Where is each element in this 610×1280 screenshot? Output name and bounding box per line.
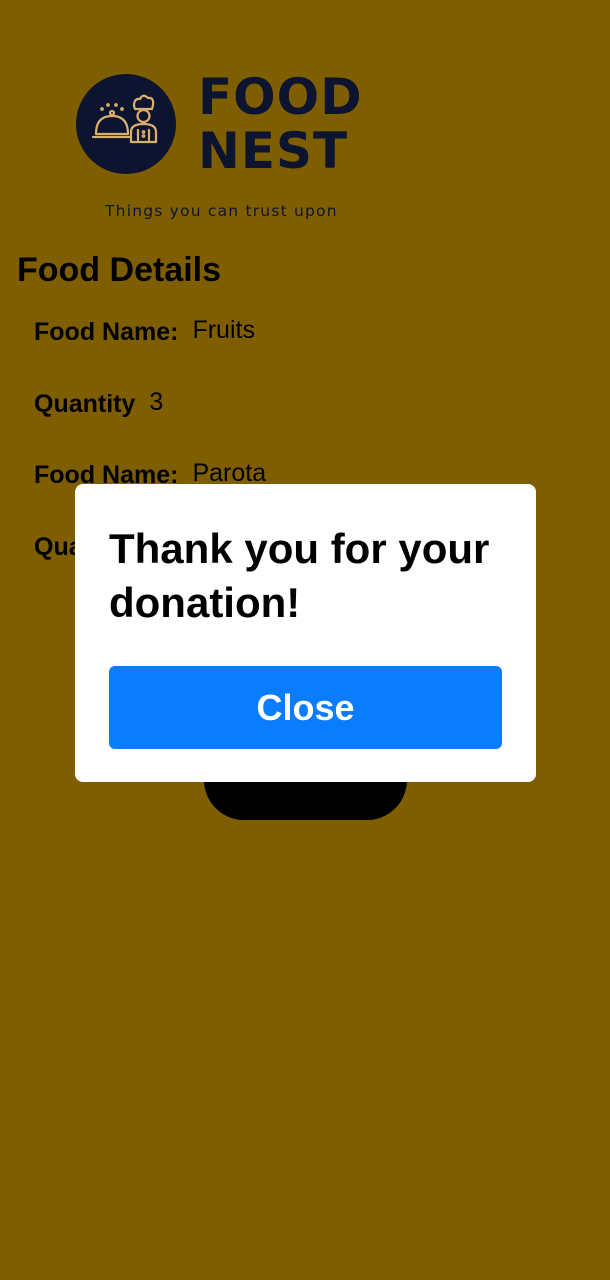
dialog-message: Thank you for your donation!: [109, 525, 490, 626]
food-details-title: Food Details: [17, 251, 222, 289]
donation-screen: FOOD NEST Things you can trust upon Food…: [0, 0, 610, 1280]
detail-label: Quantity: [34, 390, 136, 418]
brand-name-line-2: NEST: [198, 122, 349, 180]
chef-serving-dish-icon: [91, 94, 158, 144]
logo-badge: [76, 74, 176, 174]
detail-row-food-name: Food Name: Fruits: [34, 316, 255, 347]
close-button[interactable]: Close: [109, 666, 502, 749]
detail-value: Parota: [192, 459, 267, 487]
detail-row-quantity: Quantity 3: [34, 388, 164, 419]
brand-tagline: Things you can trust upon: [105, 202, 338, 220]
food-nest-logo: FOOD NEST Things you can trust upon: [76, 68, 396, 232]
detail-value: 3: [149, 388, 164, 416]
thank-you-dialog: Thank you for your donation! Close: [75, 484, 536, 782]
detail-label: Food Name:: [34, 318, 179, 346]
detail-value: Fruits: [192, 316, 255, 344]
brand-name-line-1: FOOD: [198, 68, 363, 126]
